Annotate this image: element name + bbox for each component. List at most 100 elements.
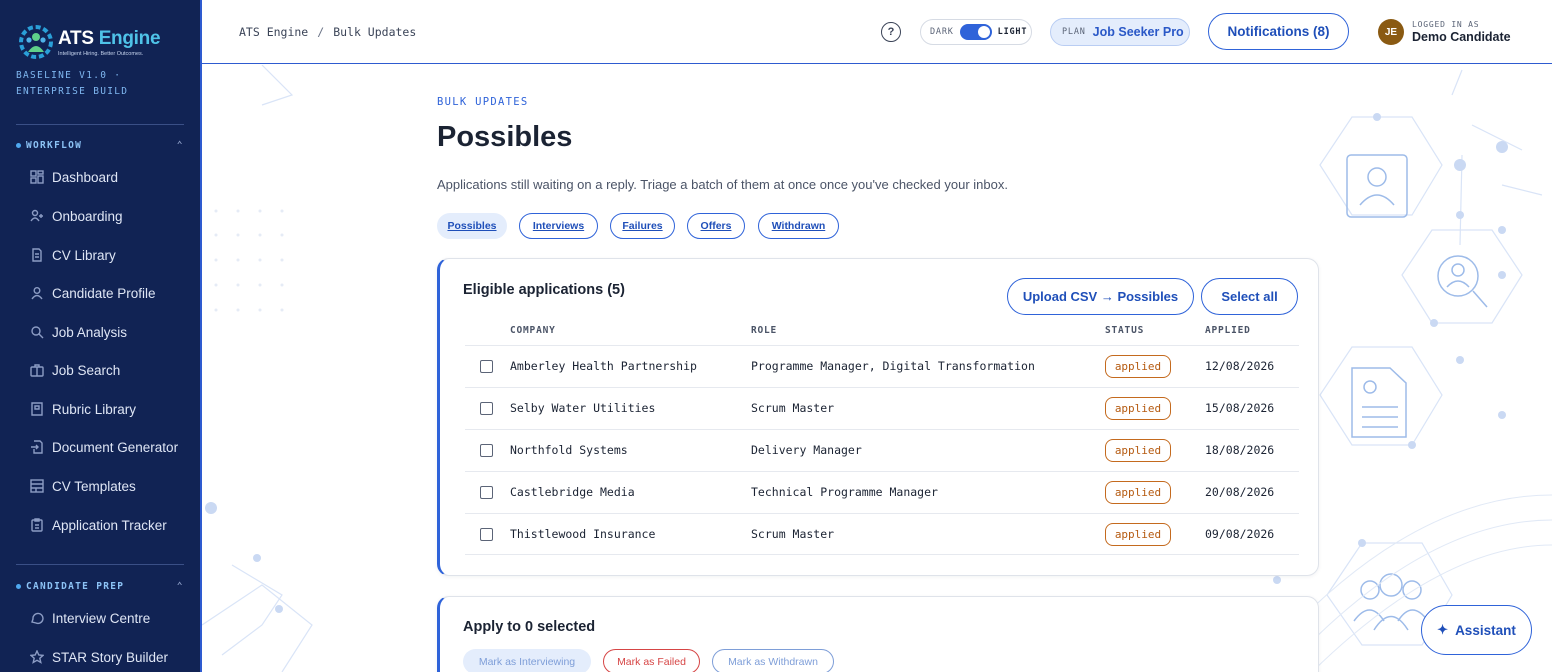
assistant-button[interactable]: ✦ Assistant <box>1421 605 1532 655</box>
file-arrow-icon <box>31 440 43 454</box>
sidebar-item-rubric-library[interactable]: Rubric Library <box>30 399 136 419</box>
section-workflow-header[interactable]: WORKFLOW ⌃ <box>16 140 184 151</box>
sidebar-divider <box>16 124 184 125</box>
breadcrumb-current: Bulk Updates <box>333 25 417 39</box>
status-badge: applied <box>1105 397 1171 420</box>
breadcrumb: ATS Engine / Bulk Updates <box>239 25 417 39</box>
select-all-button[interactable]: Select all <box>1201 278 1298 315</box>
chevron-up-icon: ⌃ <box>176 581 184 592</box>
table-row[interactable]: Castlebridge Media Technical Programme M… <box>465 471 1299 513</box>
status-badge: applied <box>1105 439 1171 462</box>
theme-dark-label: DARK <box>930 27 954 37</box>
tab-interviews[interactable]: Interviews <box>519 213 598 239</box>
dashboard-icon <box>30 170 44 184</box>
tab-possibles[interactable]: Possibles <box>437 213 507 239</box>
top-header: ATS Engine / Bulk Updates ? DARK LIGHT PLA… <box>202 0 1552 64</box>
help-icon[interactable]: ? <box>881 22 901 42</box>
table-row[interactable]: Thistlewood Insurance Scrum Master appli… <box>465 513 1299 555</box>
apply-selected-card: Apply to 0 selected Mark as Interviewing… <box>437 596 1319 672</box>
section-candidate-prep-header[interactable]: CANDIDATE PREP ⌃ <box>16 581 184 592</box>
tab-offers[interactable]: Offers <box>687 213 745 239</box>
chevron-up-icon: ⌃ <box>176 140 184 151</box>
row-checkbox[interactable] <box>480 360 493 373</box>
sidebar-item-interview-centre[interactable]: Interview Centre <box>30 608 150 628</box>
row-company: Amberley Health Partnership <box>510 359 697 373</box>
row-applied-date: 15/08/2026 <box>1205 401 1275 415</box>
book-icon <box>31 402 43 416</box>
page-subtitle: Applications still waiting on a reply. T… <box>437 177 1008 192</box>
table-header: COMPANY ROLE STATUS APPLIED <box>465 323 1299 343</box>
user-menu[interactable]: JE LOGGED IN AS Demo Candidate <box>1378 19 1511 45</box>
mark-withdrawn-button[interactable]: Mark as Withdrawn <box>712 649 834 672</box>
theme-toggle[interactable] <box>959 24 992 40</box>
mark-failed-button[interactable]: Mark as Failed <box>603 649 700 672</box>
apply-title: Apply to 0 selected <box>463 619 596 635</box>
sidebar-item-candidate-profile[interactable]: Candidate Profile <box>30 283 156 303</box>
status-badge: applied <box>1105 523 1171 546</box>
chat-icon <box>31 612 44 625</box>
tab-failures[interactable]: Failures <box>610 213 675 239</box>
row-role: Technical Programme Manager <box>751 485 938 499</box>
sidebar-item-document-generator[interactable]: Document Generator <box>30 437 178 457</box>
status-badge: applied <box>1105 481 1171 504</box>
row-checkbox[interactable] <box>480 402 493 415</box>
sidebar: ATS Engine Intelligent Hiring. Better Ou… <box>0 0 202 672</box>
sidebar-item-onboarding[interactable]: Onboarding <box>30 206 123 226</box>
breadcrumb-root[interactable]: ATS Engine <box>239 25 308 39</box>
build-label: BASELINE V1.0 · ENTERPRISE BUILD <box>16 70 129 97</box>
user-icon <box>31 287 43 300</box>
sidebar-item-application-tracker[interactable]: Application Tracker <box>30 515 167 535</box>
row-applied-date: 12/08/2026 <box>1205 359 1275 373</box>
column-status[interactable]: STATUS <box>1105 325 1144 336</box>
user-label: LOGGED IN AS <box>1412 20 1480 29</box>
row-company: Northfold Systems <box>510 443 628 457</box>
user-plus-icon <box>30 209 43 222</box>
row-applied-date: 18/08/2026 <box>1205 443 1275 457</box>
sidebar-item-job-analysis[interactable]: Job Analysis <box>30 322 127 342</box>
brand-logo[interactable]: ATS Engine Intelligent Hiring. Better Ou… <box>16 22 161 62</box>
search-icon <box>31 326 44 339</box>
row-checkbox[interactable] <box>480 444 493 457</box>
sidebar-item-cv-library[interactable]: CV Library <box>30 245 116 265</box>
user-name: Demo Candidate <box>1412 30 1511 44</box>
upload-csv-button[interactable]: Upload CSV → Possibles <box>1007 278 1194 315</box>
notifications-button[interactable]: Notifications (8) <box>1208 13 1349 50</box>
page-eyebrow: BULK UPDATES <box>437 96 529 108</box>
column-role[interactable]: ROLE <box>751 325 777 336</box>
eligible-applications-card: Eligible applications (5) Upload CSV → P… <box>437 258 1319 576</box>
sidebar-divider <box>16 564 184 565</box>
table-row[interactable]: Selby Water Utilities Scrum Master appli… <box>465 387 1299 429</box>
row-company: Castlebridge Media <box>510 485 635 499</box>
theme-switch[interactable]: DARK LIGHT <box>920 19 1032 45</box>
clipboard-icon <box>31 518 43 532</box>
star-icon <box>30 650 44 664</box>
column-applied[interactable]: APPLIED <box>1205 325 1251 336</box>
row-role: Scrum Master <box>751 401 835 415</box>
sidebar-item-dashboard[interactable]: Dashboard <box>30 167 118 187</box>
table-row[interactable]: Amberley Health Partnership Programme Ma… <box>465 345 1299 387</box>
toggle-knob <box>977 26 990 38</box>
column-company[interactable]: COMPANY <box>510 325 556 336</box>
brand-name: ATS Engine <box>58 27 161 49</box>
sidebar-item-star-story-builder[interactable]: STAR Story Builder <box>30 647 168 667</box>
table-row[interactable]: Northfold Systems Delivery Manager appli… <box>465 429 1299 471</box>
section-dot <box>16 584 21 589</box>
row-checkbox[interactable] <box>480 528 493 541</box>
row-checkbox[interactable] <box>480 486 493 499</box>
theme-light-label: LIGHT <box>997 27 1028 37</box>
brand-tagline: Intelligent Hiring. Better Outcomes. <box>58 50 144 57</box>
eligible-title: Eligible applications (5) <box>463 282 625 298</box>
sidebar-item-cv-templates[interactable]: CV Templates <box>30 476 136 496</box>
status-badge: applied <box>1105 355 1171 378</box>
plan-badge[interactable]: PLAN Job Seeker Pro <box>1050 18 1190 46</box>
document-icon <box>32 248 42 262</box>
row-applied-date: 20/08/2026 <box>1205 485 1275 499</box>
section-dot <box>16 143 21 148</box>
tab-withdrawn[interactable]: Withdrawn <box>758 213 839 239</box>
row-company: Thistlewood Insurance <box>510 527 656 541</box>
template-icon <box>30 479 44 493</box>
mark-interviewing-button[interactable]: Mark as Interviewing <box>463 649 591 672</box>
sidebar-item-job-search[interactable]: Job Search <box>30 360 120 380</box>
page-title: Possibles <box>437 121 573 153</box>
row-role: Delivery Manager <box>751 443 862 457</box>
